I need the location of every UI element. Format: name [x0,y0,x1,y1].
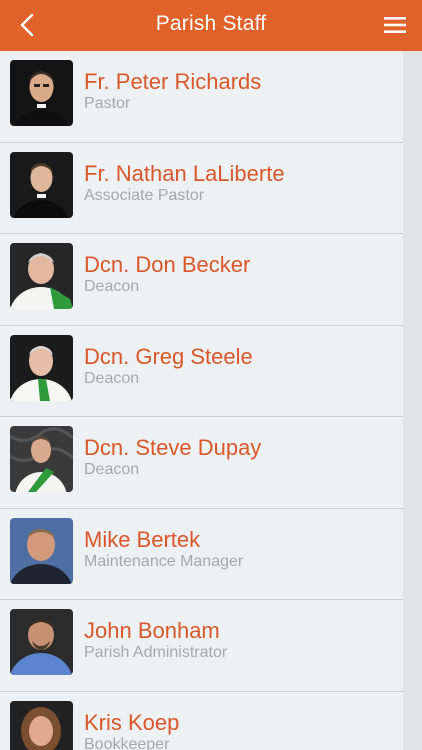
page-title: Parish Staff [155,12,267,35]
staff-role: Deacon [84,369,140,387]
staff-name: Dcn. Steve Dupay [84,435,262,460]
staff-photo [10,700,73,750]
staff-name: Dcn. Greg Steele [84,343,253,369]
staff-photo [10,60,73,126]
staff-row[interactable]: Kris Koep Bookkeeper [0,692,403,750]
staff-role: Parish Administrator [84,644,228,661]
staff-photo [10,426,73,492]
staff-row[interactable]: Mike Bertek Maintenance Manager [0,509,403,600]
staff-row[interactable]: Dcn. Don Becker Deacon [0,234,403,326]
staff-name: Mike Bertek [84,526,201,552]
staff-row[interactable]: Dcn. Greg Steele Deacon [0,326,403,417]
staff-photo [10,151,73,218]
staff-name: John Bonham [84,618,220,643]
staff-photo [10,609,73,675]
staff-role: Bookkeeper [84,735,170,750]
scrollbar-track[interactable] [403,51,422,750]
staff-role: Deacon [84,278,140,295]
staff-photo [10,334,73,401]
staff-row[interactable]: Dcn. Steve Dupay Deacon [0,417,403,509]
staff-role: Maintenance Manager [84,552,244,570]
staff-name: Kris Koep [84,709,180,735]
staff-role: Associate Pastor [84,186,205,204]
staff-list[interactable]: Fr. Peter Richards Pastor Fr. Nathan LaL… [0,51,403,750]
staff-row[interactable]: Fr. Nathan LaLiberte Associate Pastor [0,143,403,234]
staff-name: Fr. Nathan LaLiberte [84,160,285,186]
staff-role: Pastor [84,95,131,112]
hamburger-menu-icon[interactable] [382,13,408,37]
staff-photo [10,243,73,309]
staff-name: Fr. Peter Richards [84,69,262,94]
staff-photo [10,517,73,584]
staff-row[interactable]: Fr. Peter Richards Pastor [0,51,403,143]
staff-row[interactable]: John Bonham Parish Administrator [0,600,403,692]
staff-name: Dcn. Don Becker [84,252,251,277]
app-header: Parish Staff [0,0,422,51]
staff-role: Deacon [84,461,140,478]
